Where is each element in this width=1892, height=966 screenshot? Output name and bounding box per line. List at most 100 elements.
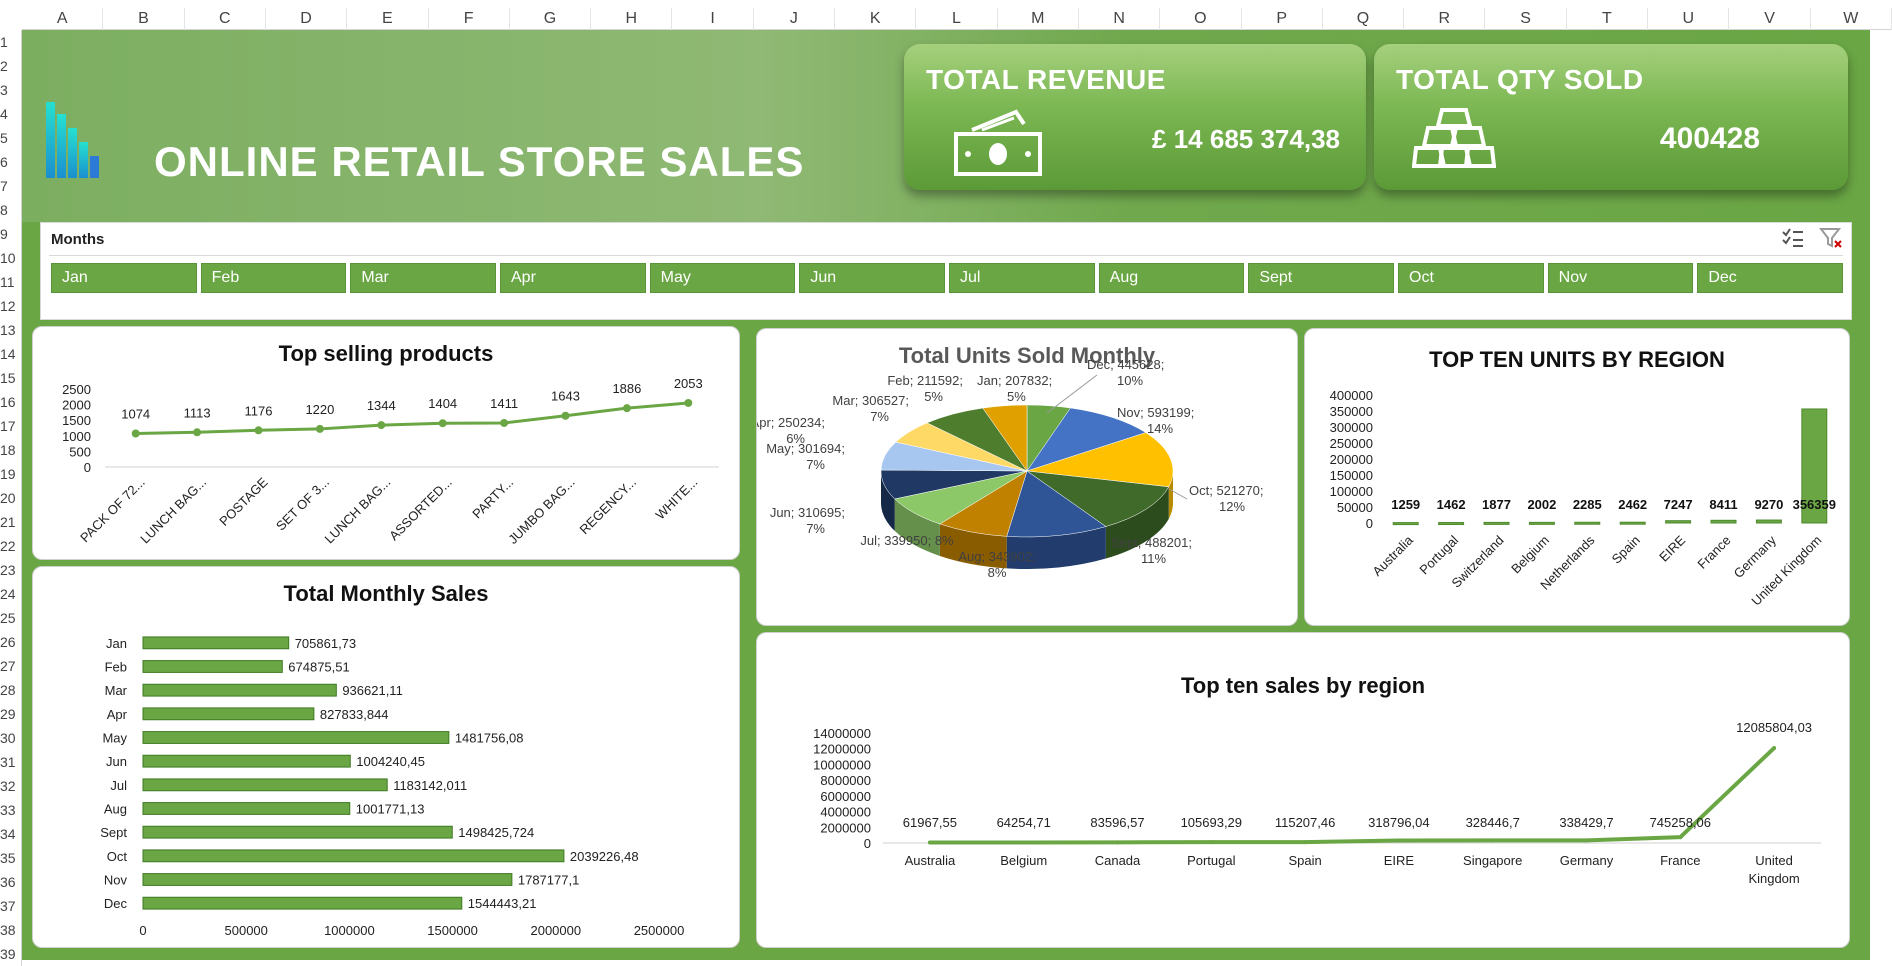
chart-top-ten-units-by-region[interactable]: TOP TEN UNITS BY REGION 0 50000 100000 1500… <box>1304 328 1850 626</box>
row-header-35[interactable]: 35 <box>0 846 22 870</box>
column-header-r[interactable]: R <box>1404 8 1486 30</box>
clear-filter-icon[interactable] <box>1819 227 1843 249</box>
column-header-m[interactable]: M <box>998 8 1079 30</box>
row-header-30[interactable]: 30 <box>0 726 22 750</box>
row-header-39[interactable]: 39 <box>0 942 22 966</box>
bar[interactable] <box>1528 521 1555 525</box>
row-header-34[interactable]: 34 <box>0 822 22 846</box>
bar[interactable] <box>1438 522 1465 526</box>
column-header-k[interactable]: K <box>835 8 917 30</box>
slicer-item-jun[interactable]: Jun <box>799 263 945 293</box>
bar[interactable] <box>1574 521 1601 525</box>
row-header-3[interactable]: 3 <box>0 78 22 102</box>
bar[interactable] <box>1665 520 1692 524</box>
column-header-u[interactable]: U <box>1648 8 1730 30</box>
row-header-18[interactable]: 18 <box>0 438 22 462</box>
row-header-38[interactable]: 38 <box>0 918 22 942</box>
row-header-20[interactable]: 20 <box>0 486 22 510</box>
bar[interactable] <box>1392 522 1419 526</box>
chart-total-monthly-sales[interactable]: Total Monthly Sales Jan 705861,73 Feb 67487… <box>32 566 740 948</box>
column-header-b[interactable]: B <box>103 8 185 30</box>
row-header-8[interactable]: 8 <box>0 198 22 222</box>
bar[interactable] <box>142 873 513 886</box>
row-header-12[interactable]: 12 <box>0 294 22 318</box>
bar[interactable] <box>1755 519 1782 524</box>
row-header-1[interactable]: 1 <box>0 30 22 54</box>
bar[interactable] <box>142 636 290 650</box>
bar[interactable] <box>142 683 337 697</box>
column-header-w[interactable]: W <box>1811 8 1892 30</box>
column-header-p[interactable]: P <box>1242 8 1323 30</box>
chart-top-ten-sales-by-region[interactable]: Top ten sales by region 0 2000000 4000000 6… <box>756 632 1850 948</box>
row-header-13[interactable]: 13 <box>0 318 22 342</box>
row-header-26[interactable]: 26 <box>0 630 22 654</box>
row-header-11[interactable]: 11 <box>0 270 22 294</box>
slicer-item-may[interactable]: May <box>649 263 796 293</box>
bar[interactable] <box>142 707 315 721</box>
bar[interactable] <box>142 660 283 673</box>
column-header-a[interactable]: A <box>22 8 104 30</box>
row-header-24[interactable]: 24 <box>0 582 22 606</box>
column-header-o[interactable]: O <box>1160 8 1242 30</box>
row-header-5[interactable]: 5 <box>0 126 22 150</box>
column-header-d[interactable]: D <box>266 8 348 30</box>
column-header-l[interactable]: L <box>916 8 998 30</box>
chart-total-units-sold-monthly[interactable]: Total Units Sold Monthly Jan; 207832; 5% D… <box>756 328 1298 626</box>
row-header-33[interactable]: 33 <box>0 798 22 822</box>
bar[interactable] <box>142 778 388 792</box>
row-header-7[interactable]: 7 <box>0 174 22 198</box>
slicer-item-jan[interactable]: Jan <box>51 263 197 293</box>
row-header-31[interactable]: 31 <box>0 750 22 774</box>
row-header-17[interactable]: 17 <box>0 414 22 438</box>
column-header-t[interactable]: T <box>1567 8 1649 30</box>
row-header-14[interactable]: 14 <box>0 342 22 366</box>
row-header-16[interactable]: 16 <box>0 390 22 414</box>
bar[interactable] <box>142 754 351 768</box>
row-header-2[interactable]: 2 <box>0 54 22 78</box>
column-header-s[interactable]: S <box>1485 8 1567 30</box>
row-header-29[interactable]: 29 <box>0 702 22 726</box>
column-header-e[interactable]: E <box>347 8 429 30</box>
bar[interactable] <box>142 849 565 863</box>
row-header-36[interactable]: 36 <box>0 870 22 894</box>
row-header-25[interactable]: 25 <box>0 606 22 630</box>
row-header-32[interactable]: 32 <box>0 774 22 798</box>
bar[interactable] <box>1483 521 1510 525</box>
row-header-15[interactable]: 15 <box>0 366 22 390</box>
slicer-item-dec[interactable]: Dec <box>1697 263 1843 293</box>
row-header-19[interactable]: 19 <box>0 462 22 486</box>
slicer-item-apr[interactable]: Apr <box>500 263 646 293</box>
bar[interactable] <box>142 896 463 910</box>
row-header-9[interactable]: 9 <box>0 222 22 246</box>
chart-top-selling-products[interactable]: Top selling products 0 500 1000 1500 2000 250… <box>32 326 740 560</box>
row-header-28[interactable]: 28 <box>0 678 22 702</box>
column-header-f[interactable]: F <box>429 8 510 30</box>
slicer-item-oct[interactable]: Oct <box>1398 263 1544 293</box>
row-header-6[interactable]: 6 <box>0 150 22 174</box>
column-header-n[interactable]: N <box>1079 8 1161 30</box>
slicer-item-mar[interactable]: Mar <box>350 263 496 293</box>
column-header-g[interactable]: G <box>510 8 592 30</box>
bar[interactable] <box>1710 519 1737 524</box>
slicer-item-feb[interactable]: Feb <box>200 263 347 293</box>
row-header-10[interactable]: 10 <box>0 246 22 270</box>
slicer-item-nov[interactable]: Nov <box>1547 263 1694 293</box>
bar[interactable] <box>142 731 450 744</box>
column-header-c[interactable]: C <box>185 8 266 30</box>
bar[interactable] <box>142 825 453 839</box>
column-header-v[interactable]: V <box>1729 8 1811 30</box>
column-header-j[interactable]: J <box>754 8 836 30</box>
bar[interactable] <box>1619 521 1646 525</box>
slicer-item-jul[interactable]: Jul <box>949 263 1095 293</box>
row-header-22[interactable]: 22 <box>0 534 22 558</box>
row-header-21[interactable]: 21 <box>0 510 22 534</box>
row-header-23[interactable]: 23 <box>0 558 22 582</box>
column-header-h[interactable]: H <box>591 8 673 30</box>
slicer-item-aug[interactable]: Aug <box>1098 263 1245 293</box>
column-header-i[interactable]: I <box>672 8 754 30</box>
column-header-q[interactable]: Q <box>1323 8 1405 30</box>
row-header-27[interactable]: 27 <box>0 654 22 678</box>
multi-select-icon[interactable] <box>1781 227 1805 249</box>
bar[interactable] <box>142 802 351 815</box>
slicer-item-sept[interactable]: Sept <box>1248 263 1394 293</box>
